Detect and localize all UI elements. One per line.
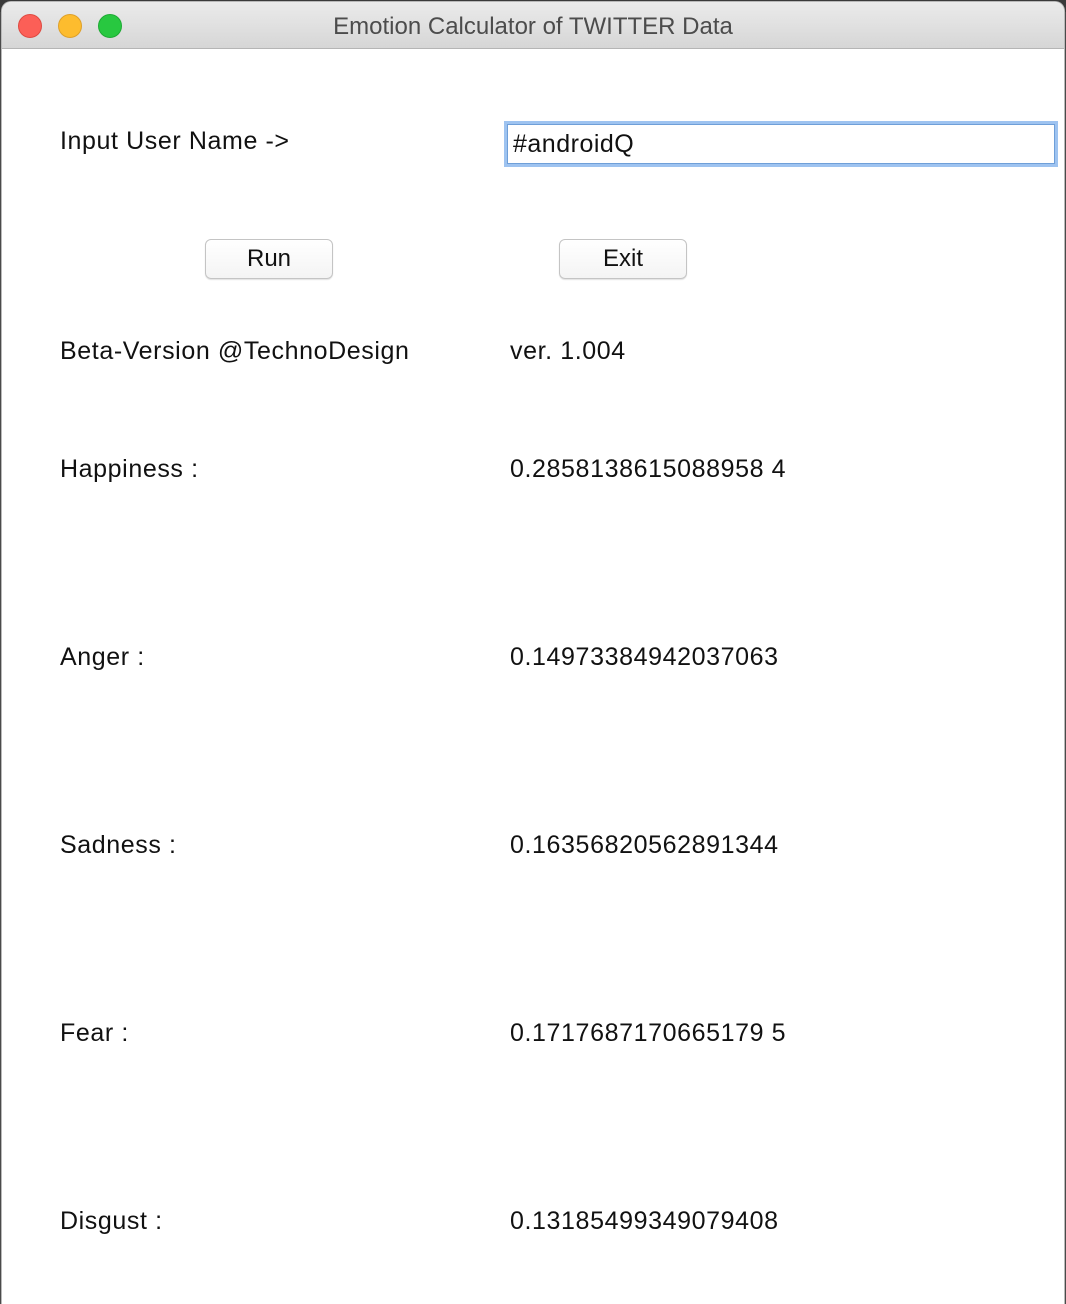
window-title: Emotion Calculator of TWITTER Data — [333, 13, 733, 40]
sadness-label: Sadness : — [60, 831, 177, 859]
input-user-name-label: Input User Name -> — [60, 127, 290, 155]
user-name-input[interactable] — [504, 121, 1058, 167]
version-label: ver. 1.004 — [510, 337, 626, 365]
happiness-label: Happiness : — [60, 455, 199, 483]
disgust-label: Disgust : — [60, 1207, 163, 1235]
title-bar[interactable]: Emotion Calculator of TWITTER Data — [2, 2, 1064, 49]
exit-button[interactable]: Exit — [559, 239, 687, 279]
run-button[interactable]: Run — [205, 239, 333, 279]
fear-label: Fear : — [60, 1019, 129, 1047]
anger-label: Anger : — [60, 643, 145, 671]
disgust-value: 0.13185499349079408 — [510, 1207, 779, 1235]
main-panel: Input User Name -> Run Exit Beta-Version… — [2, 49, 1064, 1304]
sadness-value: 0.16356820562891344 — [510, 831, 779, 859]
app-window: Emotion Calculator of TWITTER Data Input… — [2, 2, 1064, 1304]
happiness-value: 0.2858138615088958 4 — [510, 455, 787, 483]
anger-value: 0.14973384942037063 — [510, 643, 779, 671]
credit-label: Beta-Version @TechnoDesign — [60, 337, 410, 365]
fear-value: 0.1717687170665179 5 — [510, 1019, 787, 1047]
